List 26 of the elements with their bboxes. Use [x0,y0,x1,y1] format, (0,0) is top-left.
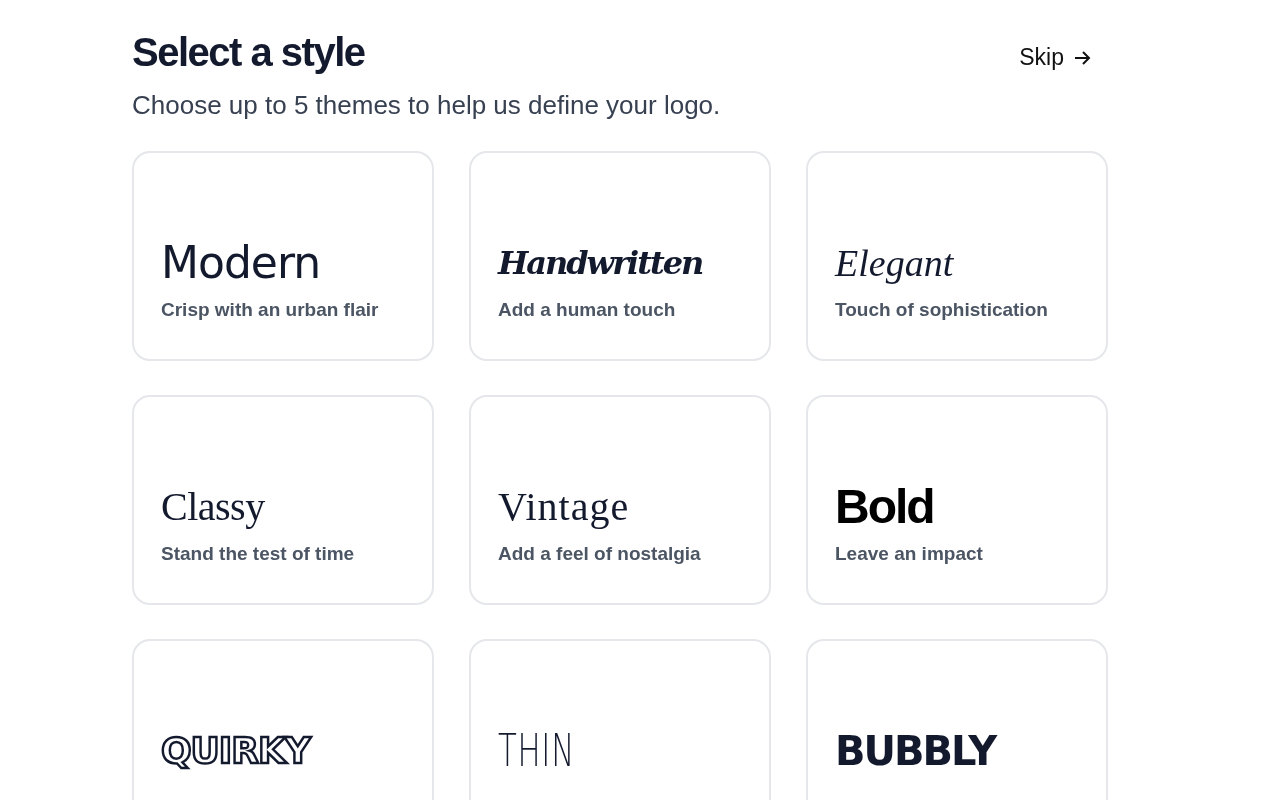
style-name: Elegant [835,241,954,286]
skip-link[interactable]: Skip [1019,44,1092,71]
style-name: Handwritten [498,243,703,284]
style-description: Add a human touch [498,299,676,321]
style-name: BUBBLY [835,727,996,776]
style-name: Bold [835,479,934,535]
style-card[interactable]: BUBBLY [806,639,1108,800]
style-name: Vintage [498,483,630,531]
style-description: Add a feel of nostalgia [498,543,701,565]
style-card[interactable]: Classy Stand the test of time [132,395,434,605]
style-description: Stand the test of time [161,543,355,565]
style-card[interactable]: Modern Crisp with an urban flair [132,151,434,361]
page-subtitle: Choose up to 5 themes to help us define your logo. [132,90,722,121]
style-name: Modern [161,236,321,290]
style-name: Classy [161,483,265,531]
style-card[interactable]: THIN [469,639,771,800]
style-description: Leave an impact [835,543,983,565]
style-name: THIN [498,724,575,778]
page-title: Select a style [132,29,365,76]
style-card[interactable]: Elegant Touch of sophistication [806,151,1108,361]
style-card[interactable]: Vintage Add a feel of nostalgia [469,395,771,605]
style-description: Crisp with an urban flair [161,299,379,321]
style-card[interactable]: Handwritten Add a human touch [469,151,771,361]
style-card[interactable]: QUIRKY [132,639,434,800]
style-card[interactable]: Bold Leave an impact [806,395,1108,605]
style-description: Touch of sophistication [835,299,1048,321]
